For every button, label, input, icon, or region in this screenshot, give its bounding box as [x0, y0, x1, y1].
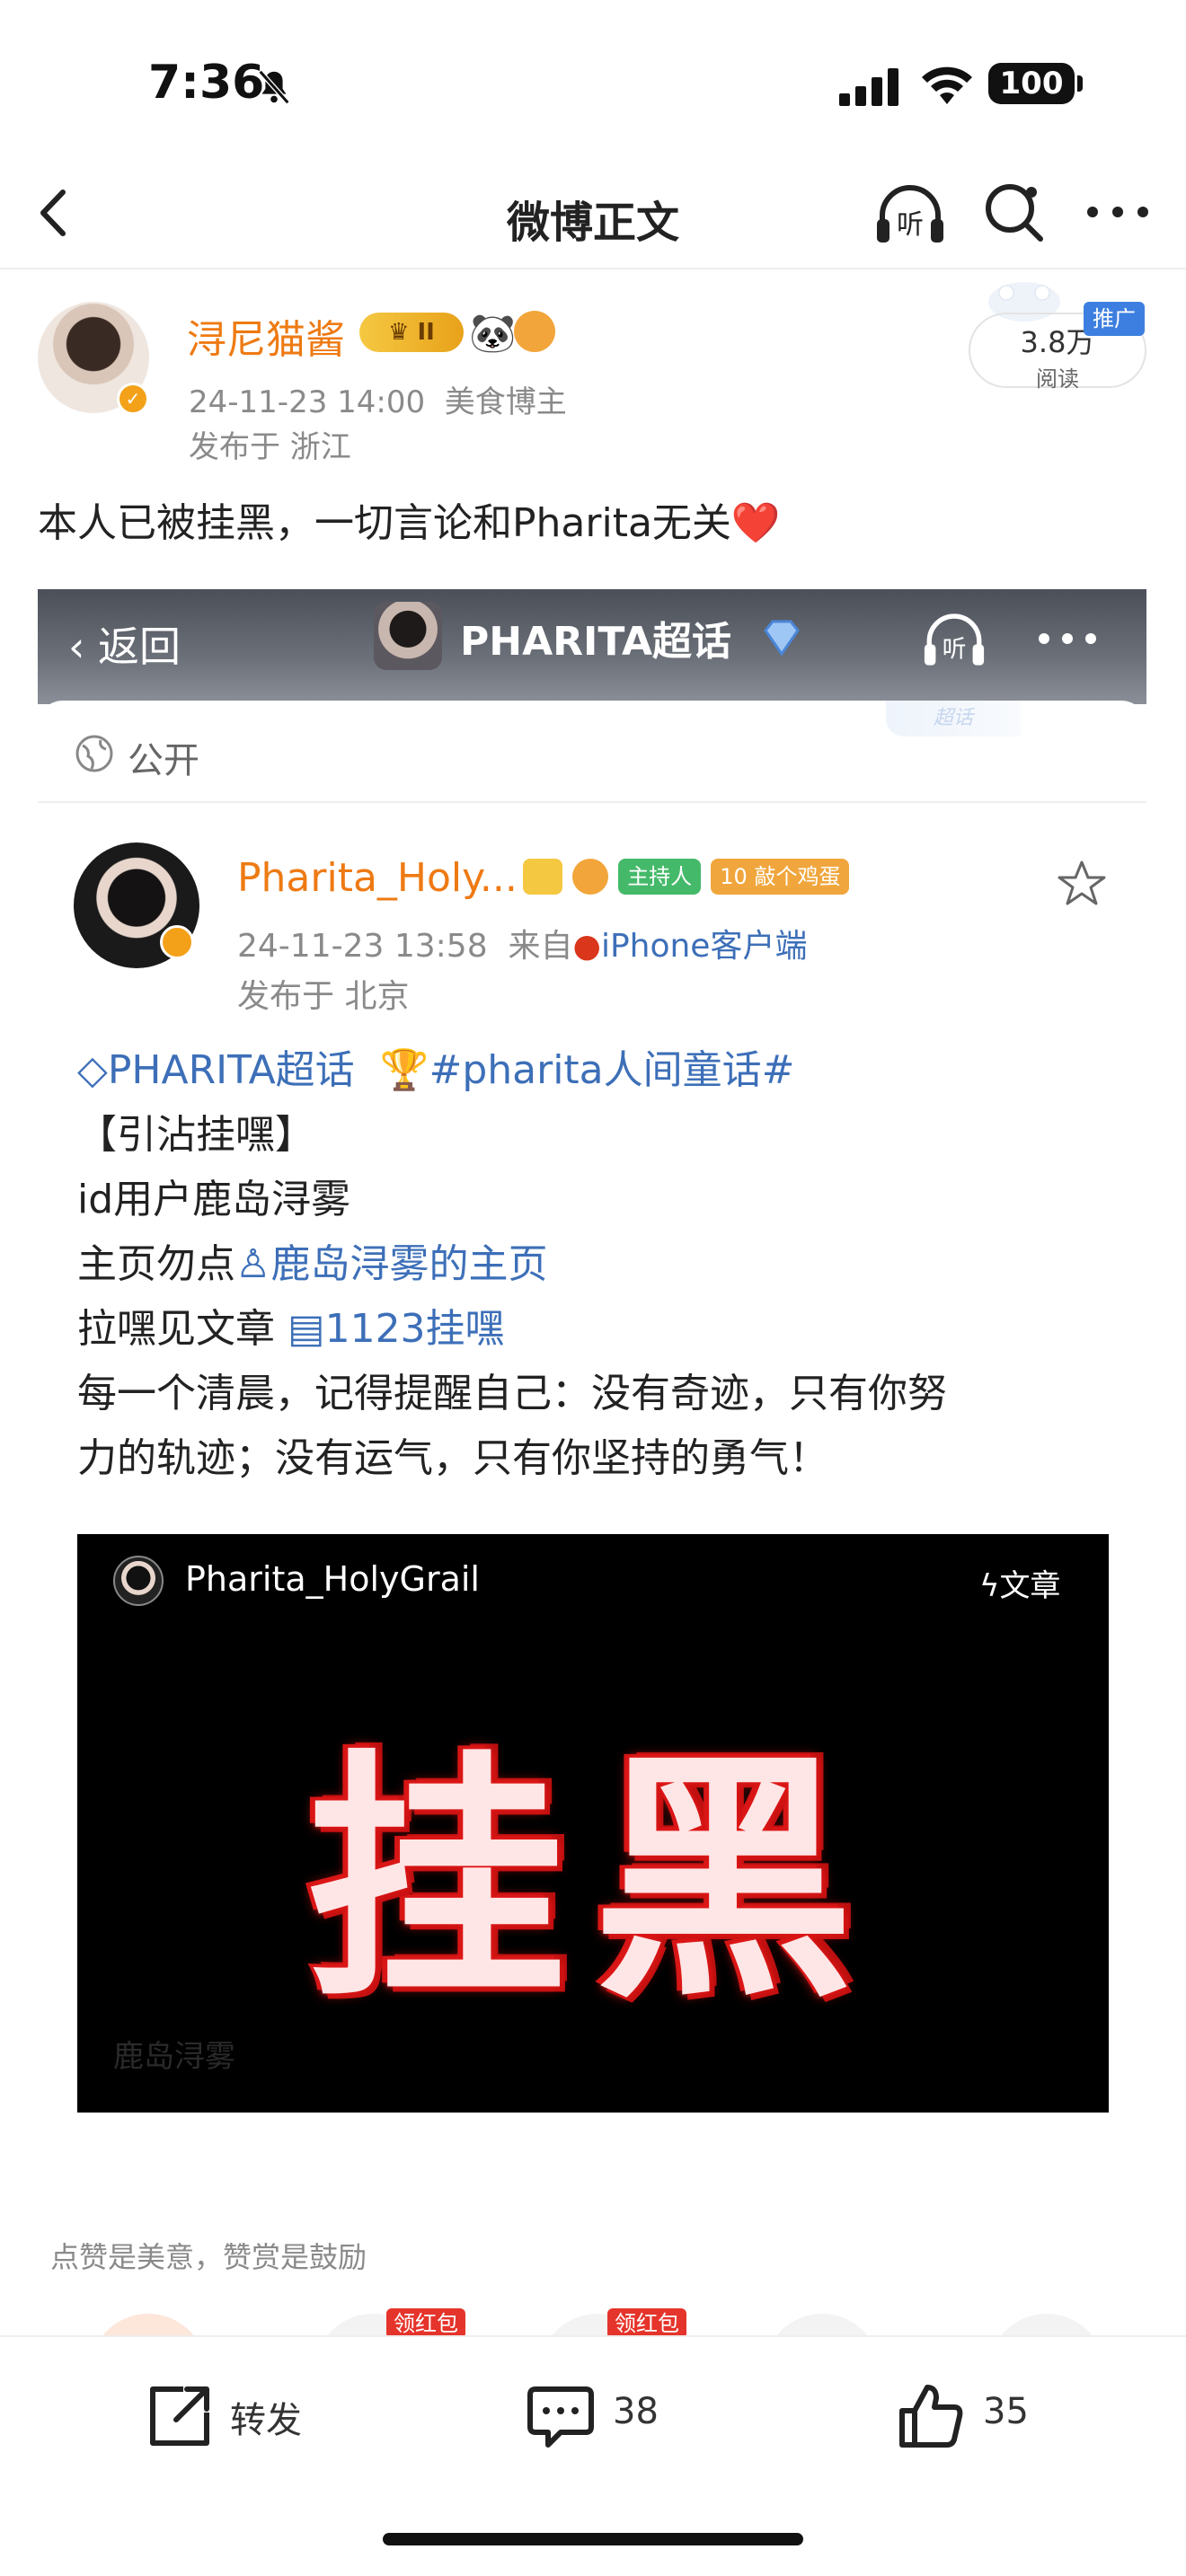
inner-badges: 主持人 10 敲个鸡蛋: [523, 859, 854, 898]
battery-icon: 100: [988, 63, 1075, 104]
thumbs-up-icon: [899, 2385, 963, 2448]
inner-source: iPhone客户端: [600, 928, 808, 965]
fish-badge-icon[interactable]: [514, 311, 555, 352]
body-line-5: 拉嘿见文章 ▤1123挂嘿: [77, 1297, 1120, 1362]
share-icon: [150, 2386, 209, 2446]
inner-datetime: 24-11-23 13:58: [237, 928, 488, 965]
globe-icon: [75, 735, 113, 772]
action-toolbar: 转发 38 35: [0, 2335, 1186, 2488]
appreciate-text: 点赞是美意，赞赏是鼓励: [50, 2240, 367, 2274]
article-avatar: [113, 1556, 164, 1606]
user-icon: ♙: [235, 1241, 271, 1287]
embed-listen-icon: 听: [924, 613, 985, 666]
trophy-icon: 🏆: [379, 1047, 429, 1093]
nav-bar: 微博正文 听: [0, 162, 1186, 269]
topic-avatar: [374, 602, 442, 670]
article-link: 1123挂嘿: [324, 1306, 505, 1352]
home-indicator: [383, 2533, 803, 2545]
author-role: 美食博主: [444, 384, 567, 420]
article-faint-text: 鹿岛浔雾: [113, 2039, 235, 2075]
embed-fade: [38, 2125, 1146, 2157]
body-line-7: 力的轨迹；没有运气，只有你坚持的勇气！: [77, 1435, 828, 1481]
body-line-4-prefix: 主页勿点: [77, 1241, 235, 1287]
article-username: Pharita_HolyGrail: [185, 1559, 480, 1599]
host-badge: 主持人: [618, 859, 702, 895]
bell-slash-icon: [258, 69, 290, 105]
lightning-icon: ϟ: [979, 1568, 1000, 1604]
repost-label: 转发: [230, 2400, 302, 2441]
repost-button[interactable]: 转发: [144, 2380, 323, 2452]
member-level: II: [417, 319, 435, 346]
inner-source-prefix: 来自: [508, 928, 573, 965]
inner-post-body: ◇PHARITA超话 🏆#pharita人间童话# 【引沾挂嘿】 id用户鹿岛浔…: [77, 1038, 1120, 1491]
like-button[interactable]: 35: [895, 2380, 1075, 2452]
inner-username: Pharita_Holy...: [237, 855, 518, 901]
topic-title: PHARITA超话: [460, 619, 732, 665]
body-line-4: 主页勿点♙鹿岛浔雾的主页: [77, 1232, 1120, 1297]
topic-line: ◇PHARITA超话 🏆#pharita人间童话#: [77, 1038, 1120, 1103]
redpack-tag[interactable]: 领红包: [607, 2308, 686, 2339]
search-icon[interactable]: [981, 180, 1046, 244]
post-text: 本人已被挂黑，一切言论和Pharita无关❤️: [38, 490, 781, 548]
promo-tag: 推广: [1084, 302, 1145, 336]
status-bar: 7:36 100: [0, 0, 1186, 162]
article-title-graphic: 挂黑: [305, 1727, 881, 2033]
inner-location: 发布于 北京: [237, 978, 410, 1015]
like-count: 35: [983, 2391, 1029, 2432]
post-text-body: 本人已被挂黑，一切言论和Pharita无关: [38, 500, 731, 546]
hashtag-link: #pharita人间童话#: [429, 1047, 795, 1093]
embed-back-label: 返回: [98, 622, 181, 671]
verified-badge-icon: ✓: [117, 383, 149, 415]
comment-count: 38: [613, 2391, 659, 2432]
profile-link: 鹿岛浔雾的主页: [270, 1241, 548, 1287]
body-line-3: id用户鹿岛浔雾: [77, 1177, 351, 1222]
article-tag: ϟ文章: [979, 1561, 1060, 1605]
fish-badge-icon: [572, 859, 609, 895]
panda-icon[interactable]: 🐼: [469, 311, 516, 356]
body-line-6: 每一个清晨，记得提醒自己：没有奇迹，只有你努: [77, 1371, 947, 1416]
member-crown-badge[interactable]: ♛ II: [359, 313, 464, 352]
apple-icon: ●: [572, 928, 601, 965]
inner-verified-badge-icon: [160, 925, 194, 959]
visibility-label: 公开: [128, 740, 199, 781]
body-line-5-prefix: 拉嘿见文章: [77, 1306, 275, 1352]
embed-header: ‹ 返回 PHARITA超话 听: [38, 589, 1146, 704]
topic-diamond-icon: ◇: [77, 1047, 108, 1093]
inner-meta: 24-11-23 13:58 来自●iPhone客户端: [237, 920, 807, 966]
diamond-icon: [764, 620, 800, 656]
post-meta: 24-11-23 14:00 美食博主: [189, 377, 567, 421]
post-location: 发布于 浙江: [189, 429, 351, 465]
egg-badge: 10 敲个鸡蛋: [711, 859, 850, 895]
listen-icon-label: 听: [897, 209, 924, 241]
topic-link: PHARITA超话: [107, 1047, 355, 1093]
comment-button[interactable]: 38: [525, 2380, 704, 2452]
status-time: 7:36: [148, 56, 265, 110]
star-icon: [1058, 860, 1106, 905]
body-line-2: 【引沾挂嘿】: [77, 1112, 314, 1158]
embedded-screenshot[interactable]: ‹ 返回 PHARITA超话 听 超话 公开 Pharita_Holy... 主…: [38, 589, 1146, 2157]
signal-icon: [839, 68, 898, 106]
redpack-tag[interactable]: 领红包: [386, 2308, 465, 2339]
listen-icon[interactable]: 听: [873, 180, 947, 248]
battery-tip: [1077, 75, 1083, 92]
wifi-icon: [922, 66, 972, 104]
crown-badge-icon: [523, 859, 562, 895]
topic-strip: 超话: [886, 701, 1021, 737]
read-label: 阅读: [1036, 366, 1079, 392]
author-name[interactable]: 浔尼猫酱: [187, 307, 345, 365]
heart-emoji: ❤️: [730, 500, 781, 546]
article-icon: ▤: [288, 1306, 325, 1352]
embed-listen-label: 听: [943, 636, 967, 664]
article-card: Pharita_HolyGrail ϟ文章 挂黑 鹿岛浔雾: [77, 1534, 1109, 2113]
divider: [38, 801, 1146, 803]
comment-icon: [527, 2386, 594, 2448]
post-datetime: 24-11-23 14:00: [189, 384, 426, 420]
embed-back-button: ‹ 返回: [68, 622, 181, 671]
more-icon[interactable]: [1082, 185, 1154, 239]
article-tag-label: 文章: [999, 1568, 1061, 1604]
embed-more-icon: [1039, 633, 1096, 644]
